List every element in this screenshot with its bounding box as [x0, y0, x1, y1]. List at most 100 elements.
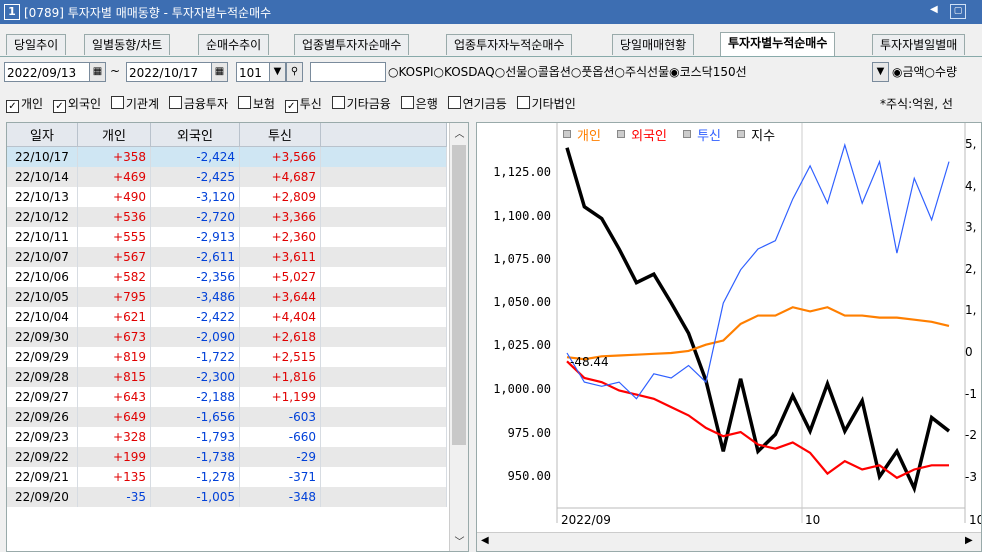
- cell-empty: [320, 327, 447, 347]
- table-row[interactable]: 22/10/14 +469 -2,425 +4,687: [7, 167, 447, 187]
- table-row[interactable]: 22/10/05 +795 -3,486 +3,644: [7, 287, 447, 307]
- table-row[interactable]: 22/09/20 -35 -1,005 -348: [7, 487, 447, 507]
- dropdown-arrow-icon[interactable]: ▼: [872, 62, 889, 82]
- collapse-arrow-icon[interactable]: ◀: [930, 4, 938, 15]
- cell-date: 22/10/05: [7, 287, 78, 307]
- cell-trust: +4,404: [239, 307, 321, 327]
- cell-foreign: -2,720: [150, 207, 240, 227]
- code-input[interactable]: 101: [236, 62, 270, 82]
- table-row[interactable]: 22/10/12 +536 -2,720 +3,366: [7, 207, 447, 227]
- checkbox-institution[interactable]: 기관계: [110, 94, 159, 114]
- checkbox-foreign[interactable]: ✓ 외국인: [52, 94, 101, 114]
- table-row[interactable]: 22/10/17 +358 -2,424 +3,566: [7, 146, 447, 167]
- tab-net-buy-trend[interactable]: 순매수추이: [198, 34, 270, 55]
- cell-trust: +2,618: [239, 327, 321, 347]
- col-header-foreign[interactable]: 외국인: [150, 123, 240, 147]
- calendar-icon[interactable]: ▦: [89, 62, 106, 82]
- cell-foreign: -2,425: [150, 167, 240, 187]
- series-line-개인: [566, 306, 950, 361]
- market-radio-group[interactable]: ○KOSPI○KOSDAQ○선물○콜옵션○풋옵션○주식선물◉코스닥150선: [388, 62, 747, 82]
- scroll-left-icon[interactable]: ◀: [481, 535, 489, 546]
- scroll-down-icon[interactable]: ﹀: [450, 533, 468, 548]
- date-from-input[interactable]: 2022/09/13: [4, 62, 90, 82]
- cell-foreign: -1,278: [150, 467, 240, 487]
- query-toolbar: 2022/09/13 ▦ ~ 2022/10/17 ▦ 101 ▼ ⚲ ○KOS…: [0, 62, 982, 84]
- cell-individual: +621: [77, 307, 151, 327]
- cell-foreign: -2,090: [150, 327, 240, 347]
- cell-trust: +3,566: [239, 146, 321, 167]
- cell-empty: [320, 267, 447, 287]
- cell-trust: -660: [239, 427, 321, 447]
- checkbox-financial-invest[interactable]: 금융투자: [168, 94, 228, 114]
- cell-individual: +582: [77, 267, 151, 287]
- cell-date: 22/10/17: [7, 146, 78, 167]
- cell-date: 22/10/14: [7, 167, 78, 187]
- checkbox-bank[interactable]: 은행: [400, 94, 438, 114]
- table-row[interactable]: 22/09/26 +649 -1,656 -603: [7, 407, 447, 427]
- tab-sector-investor[interactable]: 업종별투자자순매수: [294, 34, 410, 55]
- table-row[interactable]: 22/10/11 +555 -2,913 +2,360: [7, 227, 447, 247]
- cell-individual: +358: [77, 146, 151, 167]
- table-row[interactable]: 22/09/23 +328 -1,793 -660: [7, 427, 447, 447]
- cell-foreign: -1,005: [150, 487, 240, 507]
- checkbox-individual[interactable]: ✓ 개인: [6, 94, 43, 114]
- scroll-right-icon[interactable]: ▶: [965, 535, 973, 546]
- table-row[interactable]: 22/09/28 +815 -2,300 +1,816: [7, 367, 447, 387]
- table-row[interactable]: 22/09/27 +643 -2,188 +1,199: [7, 387, 447, 407]
- col-header-date[interactable]: 일자: [7, 123, 78, 147]
- cell-foreign: -1,656: [150, 407, 240, 427]
- cell-individual: -35: [77, 487, 151, 507]
- cell-individual: +819: [77, 347, 151, 367]
- date-to-input[interactable]: 2022/10/17: [126, 62, 212, 82]
- tab-investor-daily[interactable]: 투자자별일별매: [872, 34, 966, 55]
- amount-qty-radio[interactable]: ◉금액○수량: [892, 62, 957, 82]
- window-menu-icon[interactable]: ▢: [950, 4, 966, 19]
- cell-trust: +5,027: [239, 267, 321, 287]
- cell-foreign: -1,722: [150, 347, 240, 367]
- tab-sector-cumulative[interactable]: 업종투자자누적순매수: [446, 34, 573, 55]
- table-row[interactable]: 22/10/06 +582 -2,356 +5,027: [7, 267, 447, 287]
- tab-investor-cumulative[interactable]: 투자자별누적순매수: [720, 32, 836, 56]
- cell-foreign: -2,913: [150, 227, 240, 247]
- cell-individual: +643: [77, 387, 151, 407]
- cell-date: 22/09/21: [7, 467, 78, 487]
- table-row[interactable]: 22/10/07 +567 -2,611 +3,611: [7, 247, 447, 267]
- table-row[interactable]: 22/09/29 +819 -1,722 +2,515: [7, 347, 447, 367]
- cell-date: 22/09/23: [7, 427, 78, 447]
- cell-trust: -348: [239, 487, 321, 507]
- window-number: 1: [4, 4, 20, 20]
- table-row[interactable]: 22/09/22 +199 -1,738 -29: [7, 447, 447, 467]
- scroll-thumb[interactable]: [452, 145, 466, 445]
- scroll-up-icon[interactable]: ︿: [450, 125, 468, 140]
- col-header-individual[interactable]: 개인: [77, 123, 151, 147]
- cell-empty: [320, 467, 447, 487]
- cell-trust: +4,687: [239, 167, 321, 187]
- cell-empty: [320, 187, 447, 207]
- checkbox-pension[interactable]: 연기금등: [447, 94, 507, 114]
- dropdown-arrow-icon[interactable]: ▼: [269, 62, 286, 82]
- window-title: [0789] 투자자별 매매동향 - 투자자별누적순매수: [24, 6, 272, 20]
- cell-trust: +2,809: [239, 187, 321, 207]
- table-row[interactable]: 22/10/04 +621 -2,422 +4,404: [7, 307, 447, 327]
- checkbox-other-corp[interactable]: 기타법인: [516, 94, 576, 114]
- calendar-icon[interactable]: ▦: [211, 62, 228, 82]
- series-line-투신: [566, 142, 950, 400]
- tab-daily-chart[interactable]: 일별동향/차트: [84, 34, 171, 55]
- table-row[interactable]: 22/10/13 +490 -3,120 +2,809: [7, 187, 447, 207]
- search-icon[interactable]: ⚲: [286, 62, 303, 82]
- table-row[interactable]: 22/09/30 +673 -2,090 +2,618: [7, 327, 447, 347]
- checkbox-trust[interactable]: ✓ 투신: [284, 94, 322, 114]
- tab-intraday[interactable]: 당일매매현황: [612, 34, 695, 55]
- table-vertical-scrollbar[interactable]: ︿ ﹀: [449, 123, 468, 551]
- col-header-trust[interactable]: 투신: [239, 123, 321, 147]
- cell-trust: -29: [239, 447, 321, 467]
- tab-daily-trend[interactable]: 당일추이: [6, 34, 67, 55]
- date-separator: ~: [110, 64, 121, 78]
- table-row[interactable]: 22/09/21 +135 -1,278 -371: [7, 467, 447, 487]
- checkbox-insurance[interactable]: 보험: [237, 94, 275, 114]
- chart-horizontal-scrollbar[interactable]: ◀ ▶: [477, 532, 981, 551]
- name-input[interactable]: [310, 62, 386, 82]
- checkbox-other-finance[interactable]: 기타금융: [331, 94, 391, 114]
- cell-trust: +2,515: [239, 347, 321, 367]
- window-titlebar: 1 [0789] 투자자별 매매동향 - 투자자별누적순매수 ◀ ▢: [0, 0, 982, 24]
